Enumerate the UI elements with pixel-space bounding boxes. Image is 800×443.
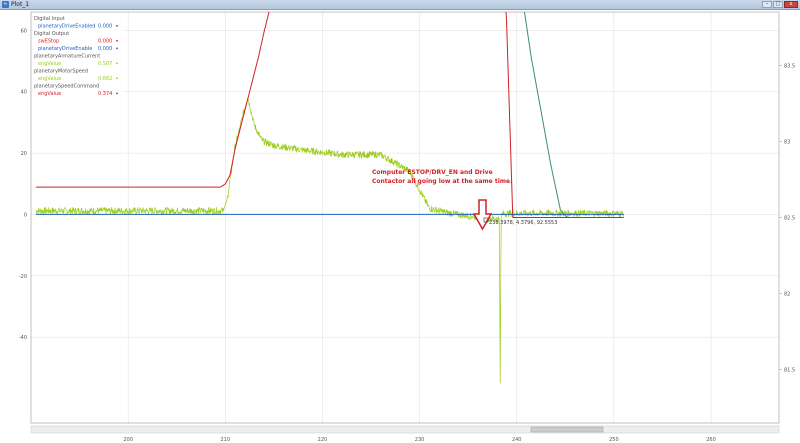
right-y-tick-label: 82 [784,292,790,298]
right-y-tick-label: 82.5 [784,216,795,222]
legend-signal-label: engValue [38,91,61,97]
annotation-line-2: Contactor all going low at the same time… [372,178,512,185]
legend-signal-value: 0.507 [98,61,112,67]
legend-group-label: planetarySpeedCommand [34,84,99,90]
legend-signal-label: swEStop [38,39,59,45]
x-tick-label: 260 [706,437,716,443]
legend-signal-label: engValue [38,76,61,82]
legend-signal-value: 0.662 [98,76,112,82]
legend-marker-icon [116,77,118,80]
cursor-readout-text: 238.3978, 4.3796, 92.5553 [489,220,557,226]
legend-group-label: Digital Input [34,16,65,22]
right-y-tick-label: 81.5 [784,368,795,374]
legend-group-label: Digital Output [34,31,69,37]
horizontal-scrollbar[interactable] [30,425,780,434]
left-y-tick-label: -20 [19,274,27,280]
legend-marker-icon [116,92,118,95]
legend-marker-icon [116,25,118,27]
legend-marker-icon [116,62,118,65]
plot-area[interactable]: 6040200-20-40 83.58382.58281.5 Computer … [0,10,800,443]
left-y-tick-label: 60 [21,28,27,34]
legend-signal-value: 0.000 [98,39,112,45]
legend-group-label: planetaryArmatureCurrent [34,54,100,60]
x-tick-label: 250 [609,437,619,443]
scrollbar-track[interactable] [30,425,780,434]
left-y-tick-label: 0 [24,212,27,218]
left-y-tick-label: 20 [21,151,27,157]
legend-marker-icon [116,47,118,50]
annotation-line-1: Computer ESTOP/DRV_EN and Drive [372,169,493,176]
x-tick-label: 210 [221,437,231,443]
right-y-tick-label: 83.5 [784,63,795,69]
window-title: Plot_1 [11,1,30,8]
close-button[interactable]: x [784,1,798,8]
cursor-readout: 238.3978, 4.3796, 92.5553 [483,217,557,226]
x-tick-label: 220 [318,437,328,443]
x-tick-label: 200 [123,437,133,443]
legend-signal-value: 0.000 [98,46,112,52]
window-controls: – □ x [762,1,798,8]
legend: Digital InputplanetaryDriveEnabled 0.000D… [33,14,125,97]
legend-group-label: planetaryMotorSpeed [34,69,88,75]
legend-signal-value: 0.000 [98,24,112,30]
x-tick-label: 240 [512,437,522,443]
legend-marker-icon [116,40,118,42]
right-y-tick-label: 83 [784,139,790,145]
scrollbar-thumb[interactable] [530,426,604,433]
maximize-button[interactable]: □ [773,1,783,8]
left-y-tick-label: -40 [19,335,27,341]
legend-signal-value: 0.374 [98,91,112,97]
x-tick-label: 230 [415,437,425,443]
legend-signal-label: planetaryDriveEnable [38,46,92,52]
window-title-bar: ≈ Plot_1 – □ x [0,0,800,10]
left-y-tick-label: 40 [21,90,27,96]
legend-signal-label: planetaryDriveEnabled [38,24,95,30]
minimize-button[interactable]: – [762,1,772,8]
plot-app-icon: ≈ [2,1,9,8]
legend-signal-label: engValue [38,61,61,67]
